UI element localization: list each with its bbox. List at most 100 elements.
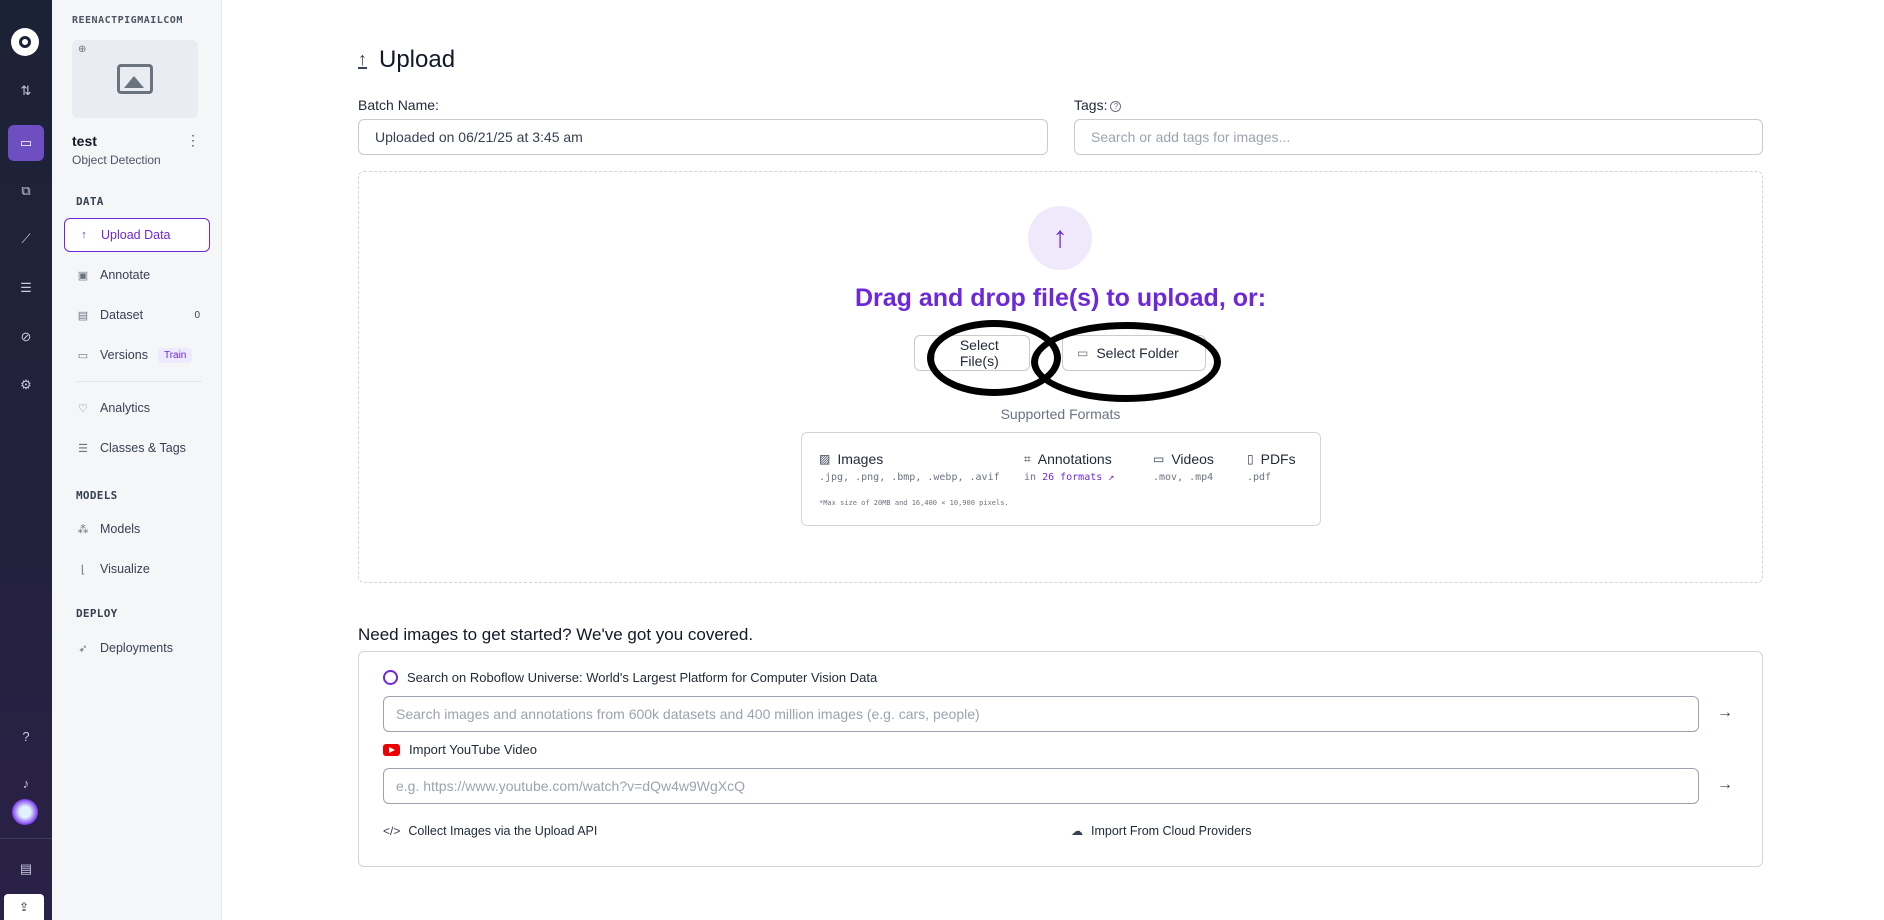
models-icon: ⁂ (77, 523, 89, 536)
arrow-right-icon[interactable]: → (1717, 704, 1733, 722)
transfer-icon[interactable]: ⇅ (12, 77, 40, 105)
project-name: test (72, 133, 97, 149)
help-icon[interactable]: ? (12, 722, 40, 750)
sidebar-item-label: Upload Data (101, 228, 171, 242)
batch-name-input[interactable] (358, 119, 1048, 155)
bell-icon[interactable]: ♪ (12, 769, 40, 797)
chart-icon[interactable]: ⟋ (12, 225, 40, 253)
annotate-icon: ▣ (77, 269, 89, 282)
video-icon: ▭ (1153, 452, 1165, 466)
upload-api-link[interactable]: </> Collect Images via the Upload API (383, 824, 597, 838)
storage-icon[interactable]: ☰ (12, 274, 40, 302)
sidebar-item-models[interactable]: ⁂ Models (64, 512, 210, 546)
help-icon[interactable]: ? (1110, 100, 1122, 112)
page-title: ↑ Upload (358, 46, 455, 74)
tags-label-text: Tags: (1074, 97, 1108, 113)
format-name: PDFs (1260, 451, 1296, 467)
dataset-count-badge: 0 (194, 309, 200, 321)
sidebar-item-label: Visualize (100, 562, 150, 576)
bounding-box-icon: ⌗ (1024, 451, 1031, 466)
drag-drop-text: Drag and drop file(s) to upload, or: (854, 284, 1267, 312)
tags-label: Tags:? (1074, 97, 1122, 113)
need-images-heading: Need images to get started? We've got yo… (358, 625, 754, 644)
select-files-button[interactable]: ▯ Select File(s) (914, 335, 1030, 371)
youtube-icon (383, 743, 400, 756)
upload-api-label: Collect Images via the Upload API (408, 824, 598, 838)
sidebar-item-visualize[interactable]: ⌊ Visualize (64, 552, 210, 586)
book-icon[interactable]: ▤ (12, 855, 40, 883)
upload-icon[interactable]: ⇪ (4, 894, 44, 920)
sidebar-item-label: Models (100, 522, 141, 536)
main-content: ↑ Upload Batch Name: Tags:? ↑ Drag and d… (222, 0, 1884, 920)
sidebar-item-annotate[interactable]: ▣ Annotate (64, 258, 210, 292)
image-icon: ▨ (819, 452, 831, 466)
sidebar-item-upload-data[interactable]: ↑ Upload Data (64, 218, 210, 252)
universe-label-text: Search on Roboflow Universe: World's Lar… (407, 670, 878, 685)
upload-dropzone[interactable]: ↑ Drag and drop file(s) to upload, or: ▯… (358, 171, 1763, 583)
format-images: ▨ Images .jpg, .png, .bmp, .webp, .avif (819, 451, 1000, 483)
format-name: Annotations (1037, 451, 1112, 467)
sidebar-item-label: Classes & Tags (100, 441, 186, 455)
list-icon: ☰ (78, 442, 88, 455)
roboflow-universe-icon (383, 670, 398, 685)
rail-divider (0, 838, 52, 839)
youtube-url-input[interactable] (383, 768, 1699, 804)
format-videos: ▭ Videos .mov, .mp4 (1153, 451, 1214, 483)
globe-icon: ⊕ (78, 44, 87, 55)
select-files-label: Select File(s) (959, 337, 999, 369)
universe-label: Search on Roboflow Universe: World's Lar… (383, 670, 877, 685)
page-title-text: Upload (379, 46, 456, 73)
project-thumbnail[interactable]: ⊕ (72, 40, 198, 118)
upload-arrow-icon: ↑ (81, 229, 87, 241)
section-deploy: DEPLOY (76, 607, 118, 620)
format-size-note: *Max size of 20MB and 16,400 × 10,900 pi… (819, 499, 1009, 507)
sidebar-item-classes-tags[interactable]: ☰ Classes & Tags (64, 431, 210, 465)
youtube-label: Import YouTube Video (383, 742, 537, 757)
sidebar-item-dataset[interactable]: ▤ Dataset 0 (64, 298, 210, 332)
gear-icon[interactable]: ⚙ (12, 371, 40, 399)
supported-formats-title: Supported Formats (1000, 406, 1121, 422)
app-rail: ⇅ ▭ ⧉ ⟋ ☰ ⊘ ⚙ ? ♪ ▤ ⇪ (0, 0, 52, 920)
folder-icon: ▭ (1077, 346, 1089, 360)
annotation-formats-link[interactable]: 26 formats ↗ (1042, 472, 1114, 483)
project-type: Object Detection (72, 153, 161, 167)
sidebar-divider (76, 381, 202, 382)
cloud-providers-link[interactable]: ☁ Import From Cloud Providers (1071, 824, 1251, 838)
sidebar-item-deployments[interactable]: ➶ Deployments (64, 631, 210, 665)
supported-formats-box: ▨ Images .jpg, .png, .bmp, .webp, .avif ⌗… (801, 432, 1321, 526)
analytics-icon: ♡ (78, 402, 88, 415)
plugin-icon[interactable]: ⊘ (12, 323, 40, 351)
cloud-upload-icon: ☁ (1071, 824, 1083, 838)
format-extensions: .mov, .mp4 (1153, 472, 1214, 483)
roboflow-logo-icon[interactable] (11, 28, 39, 56)
visualize-icon: ⌊ (80, 563, 86, 576)
format-annotations: ⌗ Annotations in 26 formats ↗ (1024, 451, 1114, 483)
select-folder-label: Select Folder (1096, 345, 1179, 361)
cloud-providers-label: Import From Cloud Providers (1091, 824, 1252, 838)
sidebar-item-versions[interactable]: ▭ Versions Train (64, 338, 210, 372)
code-icon: </> (383, 824, 401, 838)
arrow-right-icon[interactable]: → (1717, 776, 1733, 794)
sidebar-item-label: Dataset (100, 308, 144, 322)
project-menu-icon[interactable]: ⋮ (186, 132, 200, 149)
dataset-icon: ▤ (77, 309, 89, 322)
hierarchy-icon[interactable]: ⧉ (12, 177, 40, 205)
universe-search-input[interactable] (383, 696, 1699, 732)
inbox-icon[interactable]: ▭ (8, 125, 44, 161)
section-data: DATA (76, 195, 104, 208)
format-name: Videos (1171, 451, 1214, 467)
file-icon: ▯ (929, 346, 936, 360)
avatar[interactable] (12, 799, 38, 825)
sidebar-item-label: Deployments (100, 641, 173, 655)
format-pdfs: ▯ PDFs .pdf (1247, 451, 1296, 483)
workspace-name[interactable]: REENACTPIGMAILCOM (72, 15, 183, 26)
versions-icon: ▭ (77, 349, 89, 362)
sidebar: REENACTPIGMAILCOM ⊕ test ⋮ Object Detect… (52, 0, 222, 920)
format-name: Images (837, 451, 884, 467)
sidebar-item-label: Analytics (100, 401, 151, 415)
youtube-label-text: Import YouTube Video (409, 742, 537, 757)
select-folder-button[interactable]: ▭ Select Folder (1062, 335, 1206, 371)
tags-input[interactable] (1074, 119, 1763, 155)
image-sources-box: Search on Roboflow Universe: World's Lar… (358, 651, 1763, 867)
sidebar-item-analytics[interactable]: ♡ Analytics (64, 391, 210, 425)
